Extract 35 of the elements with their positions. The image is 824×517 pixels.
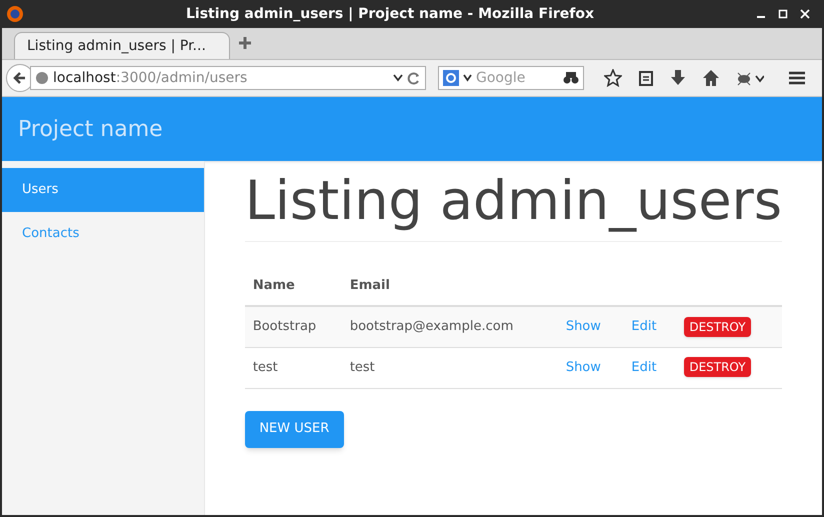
back-arrow-icon bbox=[13, 71, 27, 85]
table-cell: test bbox=[350, 360, 375, 375]
column-header: Email bbox=[342, 266, 558, 306]
sidebar-item[interactable]: Users bbox=[2, 168, 204, 212]
edit-link[interactable]: Edit bbox=[631, 360, 657, 375]
destroy-button[interactable]: DESTROY bbox=[684, 316, 751, 336]
show-link[interactable]: Show bbox=[566, 360, 601, 375]
browser-tab[interactable]: Listing admin_users | Pr... bbox=[14, 32, 230, 59]
firefox-icon bbox=[6, 5, 24, 23]
destroy-button[interactable]: DESTROY bbox=[684, 357, 751, 378]
url-field[interactable]: localhost:3000/admin/users bbox=[30, 66, 426, 90]
new-tab-icon[interactable] bbox=[238, 36, 252, 50]
new-user-button[interactable]: NEW USER bbox=[244, 410, 344, 448]
column-header: Name bbox=[244, 266, 342, 306]
download-icon[interactable] bbox=[670, 69, 686, 87]
edit-link[interactable]: Edit bbox=[631, 319, 657, 334]
window-title: Listing admin_users | Project name - Mozilla Firefox bbox=[184, 4, 596, 24]
sidebar-item[interactable]: Contacts bbox=[2, 212, 204, 256]
maximize-icon[interactable] bbox=[778, 9, 788, 19]
show-link[interactable]: Show bbox=[566, 319, 601, 334]
close-icon[interactable] bbox=[800, 9, 810, 19]
dropdown-icon[interactable] bbox=[393, 74, 403, 82]
reload-icon[interactable] bbox=[407, 71, 421, 85]
table-cell: bootstrap@example.com bbox=[350, 319, 514, 334]
page-heading: Listing admin_users bbox=[244, 169, 782, 242]
dropdown-icon[interactable] bbox=[463, 74, 472, 82]
brand-link[interactable]: Project name bbox=[18, 112, 163, 146]
star-icon[interactable] bbox=[604, 69, 622, 87]
search-field[interactable]: Google bbox=[438, 66, 584, 90]
menu-icon[interactable] bbox=[788, 70, 806, 86]
table-cell: Bootstrap bbox=[252, 319, 316, 334]
clipboard-icon[interactable] bbox=[638, 69, 654, 87]
home-icon[interactable] bbox=[702, 69, 720, 87]
table-cell: test bbox=[252, 360, 278, 375]
binoculars-icon[interactable] bbox=[563, 71, 579, 85]
